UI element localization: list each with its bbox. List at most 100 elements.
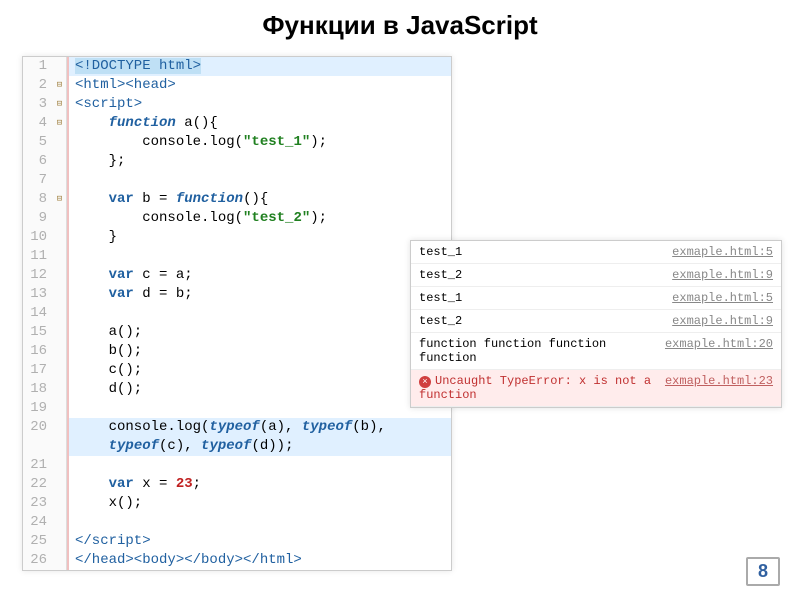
line-number: 2 xyxy=(23,76,53,95)
fold-gutter xyxy=(53,247,67,266)
fold-gutter: ⊟ xyxy=(53,95,67,114)
console-log-row: test_2exmaple.html:9 xyxy=(411,310,781,333)
code-content: console.log("test_1"); xyxy=(67,133,451,152)
code-content: a(); xyxy=(67,323,451,342)
line-number: 7 xyxy=(23,171,53,190)
console-source-link[interactable]: exmaple.html:9 xyxy=(672,314,773,328)
code-content: x(); xyxy=(67,494,451,513)
fold-gutter xyxy=(53,266,67,285)
code-content: <!DOCTYPE html> xyxy=(67,57,451,76)
code-content: } xyxy=(67,228,451,247)
code-line: 10 } xyxy=(23,228,451,247)
page-number: 8 xyxy=(746,557,780,586)
console-source-link[interactable]: exmaple.html:5 xyxy=(672,245,773,259)
code-content: console.log(typeof(a), typeof(b), xyxy=(67,418,451,437)
line-number: 13 xyxy=(23,285,53,304)
line-number: 3 xyxy=(23,95,53,114)
code-content xyxy=(67,304,451,323)
code-content: <script> xyxy=(67,95,451,114)
line-number: 22 xyxy=(23,475,53,494)
code-content: }; xyxy=(67,152,451,171)
code-line: 8⊟ var b = function(){ xyxy=(23,190,451,209)
code-line: 22 var x = 23; xyxy=(23,475,451,494)
fold-gutter xyxy=(53,380,67,399)
line-number: 10 xyxy=(23,228,53,247)
code-content: b(); xyxy=(67,342,451,361)
fold-gutter xyxy=(53,551,67,570)
code-content: </script> xyxy=(67,532,451,551)
line-number: 11 xyxy=(23,247,53,266)
fold-gutter xyxy=(53,494,67,513)
fold-gutter xyxy=(53,456,67,475)
error-icon: × xyxy=(419,376,431,388)
console-source-link[interactable]: exmaple.html:23 xyxy=(665,374,773,388)
fold-gutter: ⊟ xyxy=(53,76,67,95)
line-number: 12 xyxy=(23,266,53,285)
line-number: 23 xyxy=(23,494,53,513)
code-content: c(); xyxy=(67,361,451,380)
console-message: test_1 xyxy=(419,245,672,259)
fold-gutter xyxy=(53,361,67,380)
code-line: 13 var d = b; xyxy=(23,285,451,304)
code-line: 9 console.log("test_2"); xyxy=(23,209,451,228)
fold-gutter xyxy=(53,437,67,456)
fold-gutter xyxy=(53,513,67,532)
fold-gutter xyxy=(53,475,67,494)
code-line: 18 d(); xyxy=(23,380,451,399)
code-line: 4⊟ function a(){ xyxy=(23,114,451,133)
code-content: <html><head> xyxy=(67,76,451,95)
line-number: 1 xyxy=(23,57,53,76)
line-number: 21 xyxy=(23,456,53,475)
code-content: function a(){ xyxy=(67,114,451,133)
console-source-link[interactable]: exmaple.html:5 xyxy=(672,291,773,305)
fold-gutter xyxy=(53,399,67,418)
line-number: 20 xyxy=(23,418,53,437)
fold-gutter xyxy=(53,152,67,171)
line-number: 16 xyxy=(23,342,53,361)
line-number: 19 xyxy=(23,399,53,418)
console-log-row: test_1exmaple.html:5 xyxy=(411,241,781,264)
page-title: Функции в JavaScript xyxy=(0,0,800,47)
code-content xyxy=(67,399,451,418)
console-source-link[interactable]: exmaple.html:20 xyxy=(665,337,773,351)
code-editor: 1 <!DOCTYPE html>2⊟<html><head>3⊟<script… xyxy=(22,56,452,571)
fold-gutter xyxy=(53,304,67,323)
console-output: test_1exmaple.html:5test_2exmaple.html:9… xyxy=(410,240,782,408)
code-content: var x = 23; xyxy=(67,475,451,494)
code-line: 23 x(); xyxy=(23,494,451,513)
line-number: 25 xyxy=(23,532,53,551)
code-content: d(); xyxy=(67,380,451,399)
console-log-row: test_2exmaple.html:9 xyxy=(411,264,781,287)
code-content xyxy=(67,513,451,532)
line-number: 4 xyxy=(23,114,53,133)
console-message: test_1 xyxy=(419,291,672,305)
console-message: test_2 xyxy=(419,314,672,328)
line-number xyxy=(23,437,53,456)
fold-gutter xyxy=(53,285,67,304)
code-content: typeof(c), typeof(d)); xyxy=(67,437,451,456)
console-source-link[interactable]: exmaple.html:9 xyxy=(672,268,773,282)
code-content: </head><body></body></html> xyxy=(67,551,451,570)
code-line: 15 a(); xyxy=(23,323,451,342)
code-line: 3⊟<script> xyxy=(23,95,451,114)
fold-gutter xyxy=(53,209,67,228)
code-line: 20 console.log(typeof(a), typeof(b), xyxy=(23,418,451,437)
fold-gutter xyxy=(53,228,67,247)
fold-gutter xyxy=(53,323,67,342)
line-number: 14 xyxy=(23,304,53,323)
code-line: 21 xyxy=(23,456,451,475)
fold-gutter: ⊟ xyxy=(53,114,67,133)
line-number: 15 xyxy=(23,323,53,342)
code-line: typeof(c), typeof(d)); xyxy=(23,437,451,456)
code-content: console.log("test_2"); xyxy=(67,209,451,228)
console-log-row: test_1exmaple.html:5 xyxy=(411,287,781,310)
line-number: 24 xyxy=(23,513,53,532)
code-line: 5 console.log("test_1"); xyxy=(23,133,451,152)
code-line: 16 b(); xyxy=(23,342,451,361)
console-message: ×Uncaught TypeError: x is not a function xyxy=(419,374,665,402)
line-number: 5 xyxy=(23,133,53,152)
line-number: 18 xyxy=(23,380,53,399)
fold-gutter xyxy=(53,532,67,551)
code-line: 25 </script> xyxy=(23,532,451,551)
fold-gutter: ⊟ xyxy=(53,190,67,209)
